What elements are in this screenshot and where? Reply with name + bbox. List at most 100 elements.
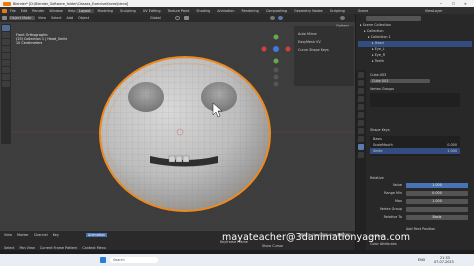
physics-tab-icon[interactable]: [358, 136, 364, 142]
workspace-tab-sculpting[interactable]: Sculpting: [117, 9, 139, 13]
editor-type-icon[interactable]: [2, 16, 7, 20]
window-title: Blender* [D:\Blender_Software_folder\Cla…: [13, 1, 129, 6]
material-tab-icon[interactable]: [358, 152, 364, 158]
workspace-tab-layout[interactable]: Layout: [76, 8, 94, 13]
left-eye-mesh[interactable]: [128, 82, 164, 112]
right-eye-mesh[interactable]: [201, 82, 237, 112]
add-rest-position-toggle[interactable]: Add Rest Position: [406, 227, 435, 231]
workspace-tab-animation[interactable]: Animation: [214, 9, 237, 13]
viewport-header: Object Mode View Select Add Object Global: [0, 14, 355, 22]
shape-key-fields: Value 1.000 Range Min 0.000 Max 1.000 Vertex G…: [370, 182, 470, 222]
viewport-info-scale: 10 Centimeters: [16, 41, 43, 45]
shape-key-value[interactable]: 0.000: [447, 143, 457, 147]
scale-tool-icon[interactable]: [2, 53, 10, 59]
head-mesh[interactable]: [99, 56, 271, 212]
shape-key-item[interactable]: Smile 1.000: [370, 148, 460, 154]
viewport-nav-icons[interactable]: [273, 67, 279, 87]
scene-selector[interactable]: Scene: [358, 9, 368, 13]
world-tab-icon[interactable]: [358, 112, 364, 118]
cursor-tool-icon[interactable]: [2, 32, 10, 38]
menu-help[interactable]: Help: [68, 9, 76, 13]
animation-workspace-label[interactable]: Animation: [86, 232, 108, 237]
object-tab-icon[interactable]: [358, 120, 364, 126]
select-box-tool-icon[interactable]: [2, 25, 10, 31]
property-value-field[interactable]: 1.000: [406, 199, 468, 204]
snap-icon[interactable]: [184, 16, 189, 20]
output-tab-icon[interactable]: [358, 88, 364, 94]
workspace-tab-modeling[interactable]: Modeling: [95, 9, 116, 13]
outliner-search-input[interactable]: [366, 16, 421, 21]
transform-tool-icon[interactable]: [2, 60, 10, 66]
property-row: Relative To Basis: [370, 214, 470, 222]
viewport-menu-select[interactable]: Select: [51, 16, 61, 20]
vertex-groups-list[interactable]: [370, 93, 460, 107]
viewport-menu-object[interactable]: Object: [78, 16, 89, 20]
vertex-groups-header[interactable]: Vertex Groups: [370, 87, 394, 91]
scene-tab-icon[interactable]: [358, 104, 364, 110]
viewport-menu-view[interactable]: View: [38, 16, 46, 20]
property-value-field[interactable]: 1.000: [406, 183, 468, 188]
menu-window[interactable]: Window: [49, 9, 62, 13]
outliner-panel: ▸ Scene Collection ▸ Collection ▸ Collecti…: [356, 14, 474, 70]
tool-tab-icon[interactable]: [358, 72, 364, 78]
language-indicator[interactable]: ENG: [418, 258, 425, 262]
transform-orientation[interactable]: Global: [150, 16, 161, 20]
tool-shelf: [1, 24, 11, 144]
viewlayer-selector[interactable]: ViewLayer: [425, 9, 443, 13]
annotate-tool-icon[interactable]: [2, 67, 10, 73]
addon-easymesh[interactable]: EasyMesh VV: [298, 40, 321, 44]
workspace-tab-scripting[interactable]: Scripting: [327, 9, 348, 13]
pivot-icon[interactable]: [175, 16, 180, 20]
shape-key-name: Basis: [373, 137, 382, 141]
workspace-tab-rendering[interactable]: Rendering: [238, 9, 261, 13]
main-menus: File Edit Render Window Help: [10, 9, 80, 13]
measure-tool-icon[interactable]: [2, 74, 10, 80]
move-tool-icon[interactable]: [2, 39, 10, 45]
workspace-tab-texture-paint[interactable]: Texture Paint: [165, 9, 193, 13]
property-value-field[interactable]: 0.000: [406, 191, 468, 196]
workspace-tab-compositing[interactable]: Compositing: [263, 9, 290, 13]
property-value-field[interactable]: [406, 207, 468, 212]
taskbar-time[interactable]: 21:33: [440, 256, 450, 260]
viewport-menu-add[interactable]: Add: [67, 16, 74, 20]
property-value-field[interactable]: Basis: [406, 215, 468, 220]
maximize-icon[interactable]: ☐: [452, 2, 455, 6]
workspace-tab-shading[interactable]: Shading: [193, 9, 213, 13]
menu-edit[interactable]: Edit: [21, 9, 28, 13]
timeline-menu-marker[interactable]: Marker: [17, 233, 29, 237]
add-cube-tool-icon[interactable]: [2, 81, 10, 87]
menu-render[interactable]: Render: [32, 9, 44, 13]
viewport-shading-solid-icon[interactable]: [270, 16, 275, 20]
addon-auto-mirror[interactable]: Auto Mirror: [298, 32, 317, 36]
blender-menu-icon[interactable]: [2, 8, 7, 13]
timeline-menu-key[interactable]: Key: [53, 233, 59, 237]
property-label: Value: [392, 183, 402, 187]
render-tab-icon[interactable]: [358, 80, 364, 86]
shape-keys-header[interactable]: Shape Keys: [370, 128, 390, 132]
xray-icon[interactable]: [278, 16, 283, 20]
show-cursor-toggle[interactable]: Show Cursor: [262, 244, 283, 248]
relative-checkbox-label[interactable]: Relative: [370, 176, 384, 180]
taskbar-date[interactable]: 07-07-2023: [434, 260, 454, 264]
addon-curve-shape-keys[interactable]: Curve Shape Keys: [298, 48, 329, 52]
rotate-tool-icon[interactable]: [2, 46, 10, 52]
window-titlebar: Blender* [D:\Blender_Software_folder\Cla…: [0, 0, 474, 7]
os-taskbar: Search ENG 21:33 07-07-2023: [0, 254, 474, 266]
mode-selector[interactable]: Object Mode: [9, 16, 35, 20]
mesh-data-tab-icon[interactable]: [358, 144, 364, 150]
taskbar-search-input[interactable]: Search: [110, 256, 158, 263]
windows-start-icon[interactable]: [100, 257, 106, 263]
close-icon[interactable]: ✕: [464, 2, 467, 6]
minimize-icon[interactable]: ─: [440, 2, 442, 6]
mesh-data-field[interactable]: Cube.003: [370, 79, 430, 83]
view-layer-tab-icon[interactable]: [358, 96, 364, 102]
workspace-tab-geometry-nodes[interactable]: Geometry Nodes: [291, 9, 326, 13]
modifier-tab-icon[interactable]: [358, 128, 364, 134]
shape-key-value[interactable]: 1.000: [447, 149, 457, 153]
outliner-item[interactable]: ▸ Teeth: [358, 59, 472, 65]
menu-file[interactable]: File: [10, 9, 16, 13]
workspace-tab-uv-editing[interactable]: UV Editing: [140, 9, 164, 13]
timeline-menu-channel[interactable]: Channel: [34, 233, 48, 237]
material-preview-icon[interactable]: [340, 16, 345, 20]
timeline-menu-view[interactable]: View: [4, 233, 12, 237]
